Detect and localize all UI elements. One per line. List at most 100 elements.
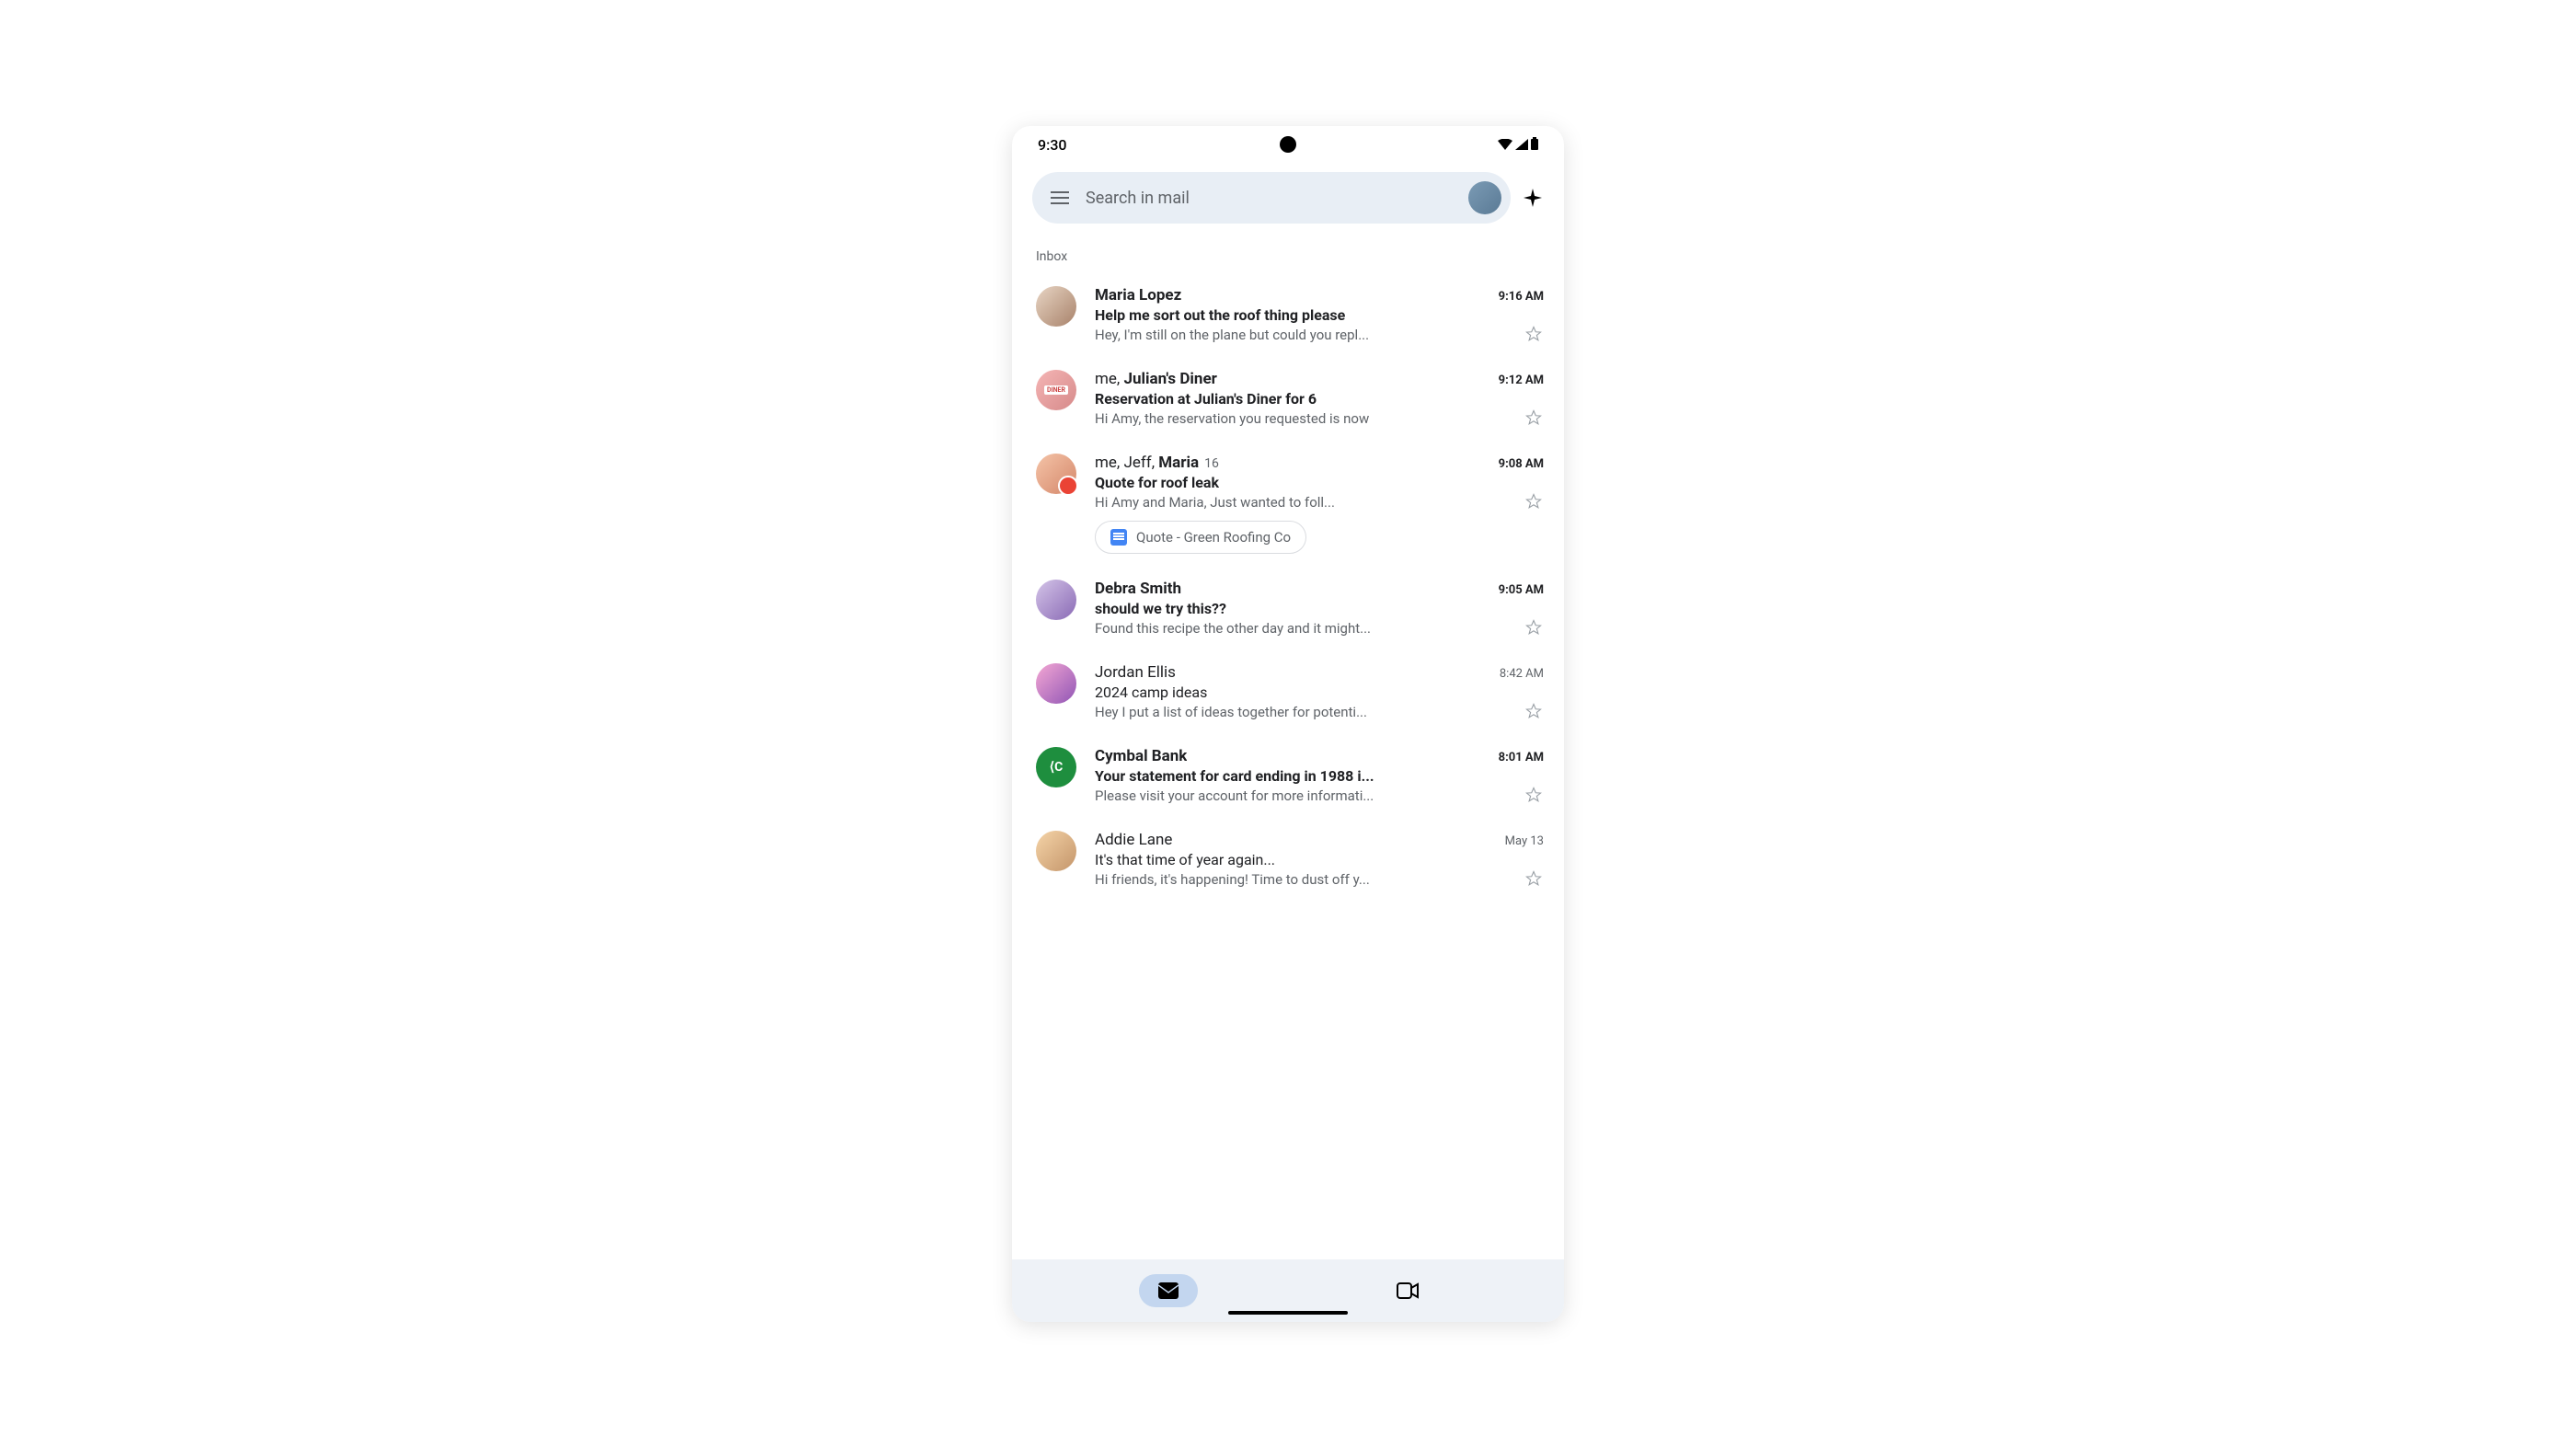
email-header: Cymbal Bank 8:01 AM xyxy=(1095,747,1544,765)
thread-count: 16 xyxy=(1204,456,1219,471)
email-snippet-row: Hey I put a list of ideas together for p… xyxy=(1095,703,1544,721)
phone-frame: 9:30 Search in mail Inbox Maria Lopez xyxy=(1012,126,1564,1322)
email-item[interactable]: Addie Lane May 13 It's that time of year a… xyxy=(1012,818,1564,902)
sender-avatar[interactable] xyxy=(1036,370,1076,410)
email-content: me, Julian's Diner 9:12 AM Reservation at … xyxy=(1095,370,1544,428)
search-placeholder: Search in mail xyxy=(1086,189,1454,208)
email-sender: Addie Lane xyxy=(1095,831,1172,849)
sender-avatar[interactable] xyxy=(1036,286,1076,327)
email-item[interactable]: me, Julian's Diner 9:12 AM Reservation at … xyxy=(1012,357,1564,441)
video-icon xyxy=(1397,1282,1419,1299)
star-icon[interactable] xyxy=(1525,493,1544,511)
profile-avatar[interactable] xyxy=(1468,181,1501,214)
email-item[interactable]: Jordan Ellis 8:42 AM 2024 camp ideas Hey I … xyxy=(1012,650,1564,734)
sender-name: Jordan Ellis xyxy=(1095,663,1176,682)
sender-avatar[interactable] xyxy=(1036,747,1076,787)
status-bar: 9:30 xyxy=(1012,126,1564,163)
star-icon[interactable] xyxy=(1525,787,1544,805)
email-snippet-row: Hey, I'm still on the plane but could yo… xyxy=(1095,326,1544,344)
home-indicator[interactable] xyxy=(1228,1311,1348,1315)
sender-name: Maria Lopez xyxy=(1095,286,1181,305)
email-header: Jordan Ellis 8:42 AM xyxy=(1095,663,1544,682)
email-header: Maria Lopez 9:16 AM xyxy=(1095,286,1544,305)
email-sender: Debra Smith xyxy=(1095,580,1181,598)
sparkle-icon[interactable] xyxy=(1522,187,1544,209)
email-sender: me, Jeff, Maria 16 xyxy=(1095,454,1219,472)
email-time: 8:42 AM xyxy=(1500,667,1544,681)
section-label: Inbox xyxy=(1012,233,1564,273)
email-snippet-row: Please visit your account for more infor… xyxy=(1095,787,1544,805)
email-subject: Help me sort out the roof thing please xyxy=(1095,306,1544,324)
email-snippet: Hi Amy, the reservation you requested is… xyxy=(1095,410,1518,427)
email-subject: Reservation at Julian's Diner for 6 xyxy=(1095,390,1544,408)
star-icon[interactable] xyxy=(1525,703,1544,721)
email-snippet-row: Hi Amy and Maria, Just wanted to foll... xyxy=(1095,493,1544,511)
sender-name: Julian's Diner xyxy=(1124,370,1217,388)
email-content: me, Jeff, Maria 16 9:08 AM Quote for roof l… xyxy=(1095,454,1544,554)
search-row: Search in mail xyxy=(1012,163,1564,233)
battery-icon xyxy=(1531,136,1538,154)
email-snippet: Found this recipe the other day and it m… xyxy=(1095,620,1518,637)
email-item[interactable]: me, Jeff, Maria 16 9:08 AM Quote for roof l… xyxy=(1012,441,1564,567)
wifi-icon xyxy=(1498,136,1512,154)
email-time: 9:08 AM xyxy=(1499,457,1544,471)
sender-prefix: me, Jeff, xyxy=(1095,454,1158,472)
email-time: 9:05 AM xyxy=(1499,583,1544,597)
hamburger-menu-icon[interactable] xyxy=(1049,187,1071,209)
mail-icon xyxy=(1158,1282,1179,1299)
email-snippet-row: Hi Amy, the reservation you requested is… xyxy=(1095,409,1544,428)
email-snippet: Hi friends, it's happening! Time to dust… xyxy=(1095,871,1518,888)
email-header: Debra Smith 9:05 AM xyxy=(1095,580,1544,598)
email-content: Debra Smith 9:05 AM should we try this?? Fo… xyxy=(1095,580,1544,638)
email-item[interactable]: Cymbal Bank8:01 AMYour statement for car… xyxy=(1012,734,1564,818)
email-sender: me, Julian's Diner xyxy=(1095,370,1217,388)
star-icon[interactable] xyxy=(1525,619,1544,638)
nav-meet[interactable] xyxy=(1378,1274,1437,1307)
email-subject: should we try this?? xyxy=(1095,600,1544,617)
sender-name: Cymbal Bank xyxy=(1095,747,1187,765)
email-content: Addie Lane May 13 It's that time of year a… xyxy=(1095,831,1544,889)
email-content: Jordan Ellis 8:42 AM 2024 camp ideas Hey I … xyxy=(1095,663,1544,721)
doc-icon xyxy=(1110,529,1127,546)
sender-name: Addie Lane xyxy=(1095,831,1172,849)
email-sender: Maria Lopez xyxy=(1095,286,1181,305)
email-list[interactable]: Maria Lopez 9:16 AM Help me sort out the r… xyxy=(1012,273,1564,1259)
sender-avatar[interactable] xyxy=(1036,663,1076,704)
star-icon[interactable] xyxy=(1525,870,1544,889)
status-time: 9:30 xyxy=(1038,136,1067,154)
email-item[interactable]: Debra Smith 9:05 AM should we try this?? Fo… xyxy=(1012,567,1564,650)
email-snippet-row: Found this recipe the other day and it m… xyxy=(1095,619,1544,638)
email-snippet: Please visit your account for more infor… xyxy=(1095,787,1518,804)
star-icon[interactable] xyxy=(1525,326,1544,344)
attachment-chip[interactable]: Quote - Green Roofing Co xyxy=(1095,521,1306,554)
sender-prefix: me, xyxy=(1095,370,1124,388)
camera-notch xyxy=(1280,136,1296,153)
search-bar[interactable]: Search in mail xyxy=(1032,172,1511,224)
star-icon[interactable] xyxy=(1525,409,1544,428)
email-header: me, Jeff, Maria 16 9:08 AM xyxy=(1095,454,1544,472)
email-time: 9:12 AM xyxy=(1499,373,1544,387)
email-header: Addie Lane May 13 xyxy=(1095,831,1544,849)
email-subject: It's that time of year again... xyxy=(1095,851,1544,868)
nav-mail[interactable] xyxy=(1139,1274,1198,1307)
email-content: Maria Lopez 9:16 AM Help me sort out the r… xyxy=(1095,286,1544,344)
sender-avatar[interactable] xyxy=(1036,831,1076,871)
email-header: me, Julian's Diner 9:12 AM xyxy=(1095,370,1544,388)
email-snippet-row: Hi friends, it's happening! Time to dust… xyxy=(1095,870,1544,889)
email-sender: Jordan Ellis xyxy=(1095,663,1176,682)
sender-avatar[interactable] xyxy=(1036,454,1076,494)
email-item[interactable]: Maria Lopez 9:16 AM Help me sort out the r… xyxy=(1012,273,1564,357)
email-snippet: Hi Amy and Maria, Just wanted to foll... xyxy=(1095,494,1518,511)
email-time: May 13 xyxy=(1505,834,1544,848)
attachment-label: Quote - Green Roofing Co xyxy=(1136,529,1291,546)
email-content: Cymbal Bank8:01 AMYour statement for car… xyxy=(1095,747,1544,805)
sender-avatar[interactable] xyxy=(1036,580,1076,620)
email-subject: Quote for roof leak xyxy=(1095,474,1544,491)
sender-name: Debra Smith xyxy=(1095,580,1181,598)
email-snippet: Hey I put a list of ideas together for p… xyxy=(1095,704,1518,720)
email-subject: 2024 camp ideas xyxy=(1095,684,1544,701)
email-time: 8:01 AM xyxy=(1499,751,1544,764)
email-snippet: Hey, I'm still on the plane but could yo… xyxy=(1095,327,1518,343)
sender-name: Maria xyxy=(1158,454,1199,472)
email-time: 9:16 AM xyxy=(1499,290,1544,304)
